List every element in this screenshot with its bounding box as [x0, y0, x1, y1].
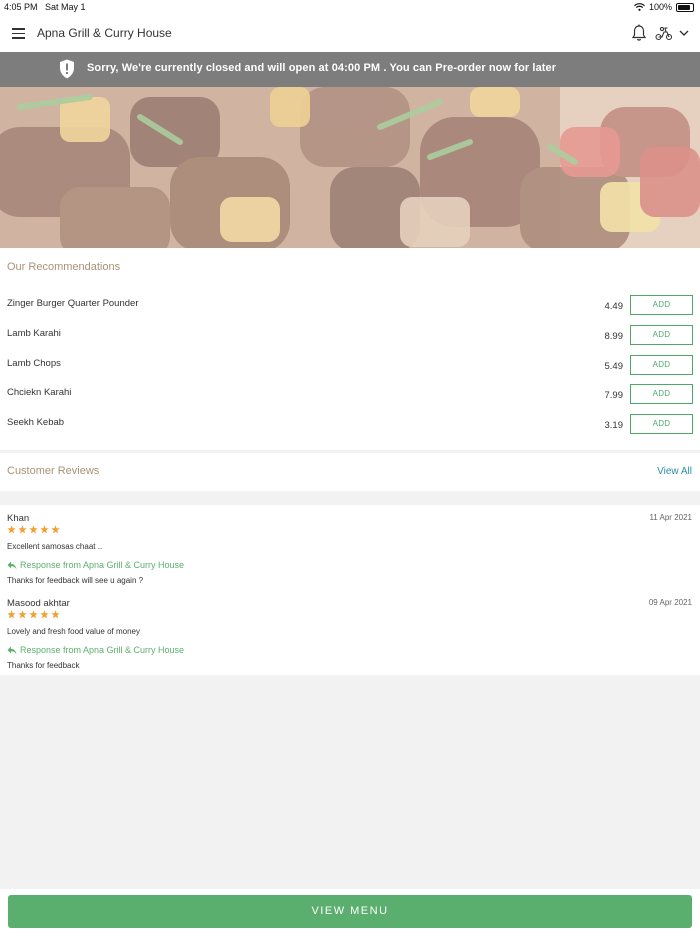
item-name: Chciekn Karahi [7, 387, 72, 398]
view-menu-button[interactable]: VIEW MENU [8, 895, 692, 928]
app-header: Apna Grill & Curry House [0, 14, 700, 52]
bell-icon[interactable] [631, 24, 647, 42]
list-item: Chciekn Karahi 7.99 ADD [0, 384, 700, 409]
star-rating [7, 610, 60, 619]
menu-icon[interactable] [12, 28, 25, 39]
wifi-icon [634, 3, 645, 11]
star-rating [7, 525, 60, 534]
response-label-text: Response from Apna Grill & Curry House [20, 560, 185, 570]
closed-message: Sorry, We're currently closed and will o… [87, 62, 557, 74]
review-text: Lovely and fresh food value of money [7, 627, 140, 636]
item-name: Zinger Burger Quarter Pounder [7, 298, 139, 309]
list-item: Lamb Chops 5.49 ADD [0, 355, 700, 380]
add-button[interactable]: ADD [630, 384, 693, 404]
add-button[interactable]: ADD [630, 295, 693, 315]
star-icon [29, 525, 38, 534]
list-item: Zinger Burger Quarter Pounder 4.49 ADD [0, 295, 700, 320]
item-price: 7.99 [604, 390, 624, 401]
chevron-down-icon[interactable] [678, 27, 690, 39]
star-icon [40, 525, 49, 534]
star-icon [7, 610, 16, 619]
review-date: 09 Apr 2021 [648, 598, 692, 607]
shield-alert-icon [60, 59, 74, 79]
response-text: Thanks for feedback [7, 661, 80, 670]
reviews-header: Customer Reviews View All [0, 453, 700, 491]
recommendations-section: Our Recommendations Zinger Burger Quarte… [0, 248, 700, 450]
review-item: Khan 11 Apr 2021 Excellent samosas chaat… [0, 505, 700, 585]
item-name: Lamb Karahi [7, 328, 61, 339]
item-name: Seekh Kebab [7, 417, 65, 428]
response-label-text: Response from Apna Grill & Curry House [20, 645, 185, 655]
review-item: Masood akhtar 09 Apr 2021 Lovely and fre… [0, 590, 700, 670]
recommendations-title: Our Recommendations [7, 261, 121, 273]
status-right: 100% [634, 2, 694, 12]
star-icon [40, 610, 49, 619]
item-price: 4.49 [604, 301, 624, 312]
review-text: Excellent samosas chaat .. [7, 542, 103, 551]
reviews-list: Khan 11 Apr 2021 Excellent samosas chaat… [0, 505, 700, 675]
page-title: Apna Grill & Curry House [37, 26, 172, 40]
scooter-icon[interactable] [655, 25, 673, 41]
item-name: Lamb Chops [7, 358, 61, 369]
list-item: Lamb Karahi 8.99 ADD [0, 325, 700, 350]
item-price: 5.49 [604, 361, 624, 372]
add-button[interactable]: ADD [630, 325, 693, 345]
reply-icon [7, 646, 17, 654]
review-date: 11 Apr 2021 [649, 513, 692, 522]
add-button[interactable]: ADD [630, 414, 693, 434]
reply-icon [7, 561, 17, 569]
reviewer-name: Khan [7, 513, 30, 524]
star-icon [18, 525, 27, 534]
star-icon [51, 525, 60, 534]
star-icon [7, 525, 16, 534]
battery-percent: 100% [648, 2, 672, 12]
response-text: Thanks for feedback will see u again ? [7, 576, 144, 585]
reviewer-name: Masood akhtar [7, 598, 70, 609]
star-icon [51, 610, 60, 619]
bottom-bar: VIEW MENU [0, 889, 700, 934]
response-label: Response from Apna Grill & Curry House [7, 560, 184, 570]
item-price: 3.19 [604, 420, 624, 431]
status-date: Sat May 1 [45, 2, 86, 12]
item-price: 8.99 [604, 331, 624, 342]
status-bar: 4:05 PM Sat May 1 100% [0, 0, 700, 14]
status-time: 4:05 PM [4, 2, 38, 12]
battery-icon [676, 2, 694, 12]
list-item: Seekh Kebab 3.19 ADD [0, 414, 700, 439]
add-button[interactable]: ADD [630, 355, 693, 375]
view-all-link[interactable]: View All [657, 466, 692, 477]
star-icon [18, 610, 27, 619]
hero-food-image [0, 87, 700, 248]
reviews-title: Customer Reviews [7, 465, 100, 477]
star-icon [29, 610, 38, 619]
response-label: Response from Apna Grill & Curry House [7, 645, 184, 655]
closed-banner: Sorry, We're currently closed and will o… [0, 52, 700, 87]
